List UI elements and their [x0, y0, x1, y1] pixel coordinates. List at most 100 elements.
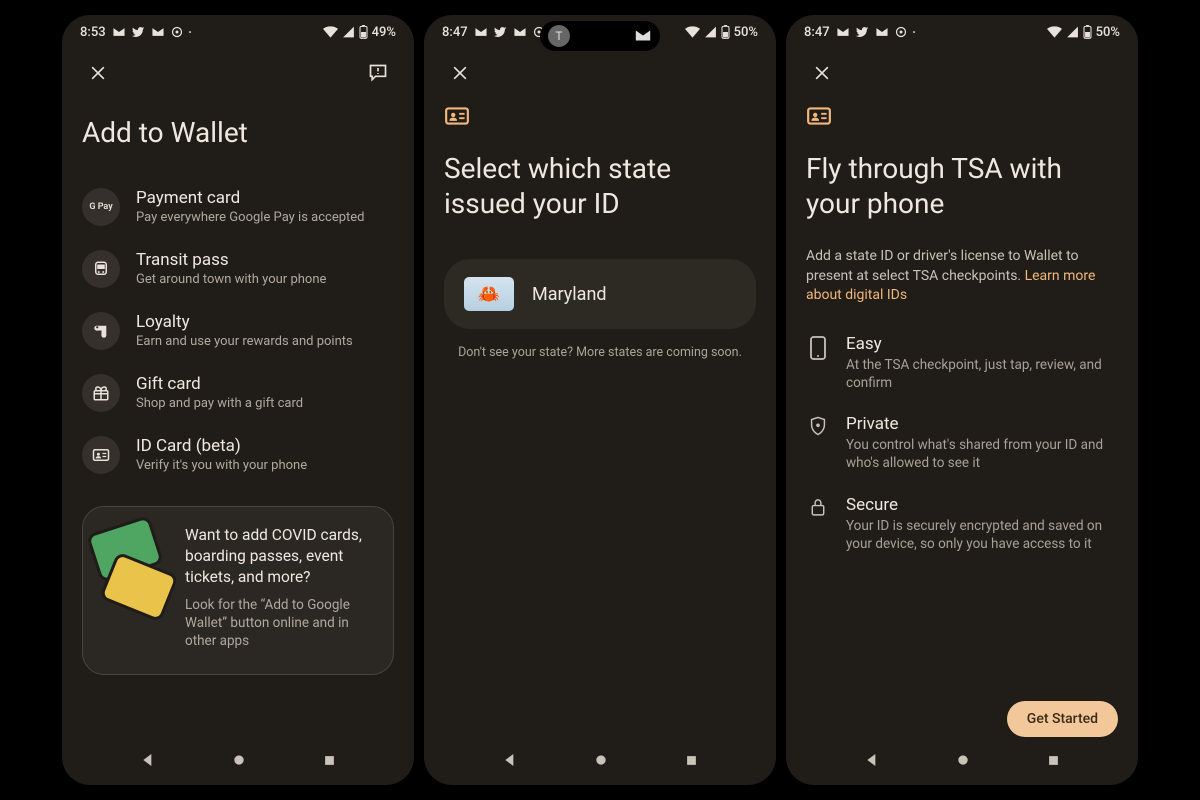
loyalty-icon: [82, 312, 120, 350]
cta-row: Get Started: [786, 687, 1138, 745]
feature-secure: Secure Your ID is securely encrypted and…: [806, 495, 1118, 553]
gmail-icon-2: [513, 27, 527, 37]
close-button[interactable]: [440, 53, 480, 93]
gmail-icon: [474, 27, 488, 37]
item-payment-card[interactable]: G Pay Payment card Pay everywhere Google…: [82, 176, 394, 238]
wifi-icon: [685, 26, 700, 38]
screen-select-state: 8:47 50% T Select which state issued you…: [424, 15, 776, 785]
page-title: Add to Wallet: [82, 115, 394, 150]
phone-icon: [806, 336, 830, 360]
item-subtitle: Shop and pay with a gift card: [136, 396, 303, 411]
appbar: [786, 49, 1138, 97]
feature-easy: Easy At the TSA checkpoint, just tap, re…: [806, 334, 1118, 392]
wifi-icon: [1047, 26, 1062, 38]
signal-icon: [704, 26, 717, 38]
feedback-button[interactable]: [358, 53, 398, 93]
status-battery: 49%: [372, 25, 396, 40]
status-time: 8:53: [80, 25, 106, 40]
wifi-icon: [323, 26, 338, 38]
feature-subtitle: At the TSA checkpoint, just tap, review,…: [846, 356, 1118, 392]
navbar: [424, 745, 776, 785]
signal-icon: [342, 26, 355, 38]
feature-private: Private You control what's shared from y…: [806, 414, 1118, 472]
navbar: [786, 745, 1138, 785]
close-button[interactable]: [78, 53, 118, 93]
idcard-header-icon: [806, 103, 1118, 133]
item-id-card[interactable]: ID Card (beta) Verify it's you with your…: [82, 424, 394, 486]
item-title: Payment card: [136, 188, 365, 208]
state-option-maryland[interactable]: 🦀 Maryland: [444, 259, 756, 329]
battery-icon: [721, 25, 730, 39]
gpay-icon: G Pay: [82, 188, 120, 226]
item-subtitle: Earn and use your rewards and points: [136, 334, 353, 349]
status-time: 8:47: [442, 25, 468, 40]
close-button[interactable]: [802, 53, 842, 93]
item-title: Loyalty: [136, 312, 353, 332]
idcard-header-icon: [444, 103, 756, 133]
state-name: Maryland: [532, 284, 607, 305]
nav-recents-icon[interactable]: [322, 753, 337, 772]
item-loyalty[interactable]: Loyalty Earn and use your rewards and po…: [82, 300, 394, 362]
twitter-icon: [856, 27, 869, 38]
screen-add-to-wallet: 8:53 • 49%: [62, 15, 414, 785]
item-subtitle: Pay everywhere Google Pay is accepted: [136, 210, 365, 225]
nav-back-icon[interactable]: [140, 752, 156, 772]
promo-art: [101, 525, 171, 650]
page-title: Select which state issued your ID: [444, 151, 756, 221]
status-time: 8:47: [804, 25, 830, 40]
feature-title: Secure: [846, 495, 1118, 515]
nav-home-icon[interactable]: [593, 752, 609, 772]
transit-icon: [82, 250, 120, 288]
appbar: [424, 49, 776, 97]
item-title: ID Card (beta): [136, 436, 307, 456]
nav-recents-icon[interactable]: [1046, 753, 1061, 772]
target-icon: [895, 26, 907, 38]
target-icon: [171, 26, 183, 38]
promo-subtitle: Look for the “Add to Google Wallet” butt…: [185, 596, 375, 651]
item-title: Gift card: [136, 374, 303, 394]
state-hint: Don't see your state? More states are co…: [444, 345, 756, 360]
nav-back-icon[interactable]: [502, 752, 518, 772]
twitter-icon: [494, 27, 507, 38]
twitter-icon: [132, 27, 145, 38]
lock-icon: [806, 497, 830, 517]
page-title: Fly through TSA with your phone: [806, 151, 1118, 221]
promo-title: Want to add COVID cards, boarding passes…: [185, 525, 375, 588]
gmail-icon-2: [151, 27, 165, 37]
promo-card[interactable]: Want to add COVID cards, boarding passes…: [82, 506, 394, 675]
shield-icon: [806, 416, 830, 436]
feature-title: Easy: [846, 334, 1118, 354]
idcard-icon: [82, 436, 120, 474]
statusbar: 8:47 • 50%: [786, 15, 1138, 49]
state-thumb: 🦀: [464, 277, 514, 311]
dot-icon: •: [913, 28, 916, 37]
nav-home-icon[interactable]: [231, 752, 247, 772]
gmail-icon: [836, 27, 850, 37]
nav-back-icon[interactable]: [864, 752, 880, 772]
gmail-icon-2: [875, 27, 889, 37]
feature-subtitle: You control what's shared from your ID a…: [846, 436, 1118, 472]
battery-icon: [359, 25, 368, 39]
appbar: [62, 49, 414, 97]
item-title: Transit pass: [136, 250, 326, 270]
item-subtitle: Verify it's you with your phone: [136, 458, 307, 473]
item-gift-card[interactable]: Gift card Shop and pay with a gift card: [82, 362, 394, 424]
nav-recents-icon[interactable]: [684, 753, 699, 772]
gift-icon: [82, 374, 120, 412]
item-subtitle: Get around town with your phone: [136, 272, 326, 287]
statusbar: 8:53 • 49%: [62, 15, 414, 49]
gmail-icon: [112, 27, 126, 37]
signal-icon: [1066, 26, 1079, 38]
get-started-button[interactable]: Get Started: [1007, 701, 1118, 737]
feature-title: Private: [846, 414, 1118, 434]
item-transit-pass[interactable]: Transit pass Get around town with your p…: [82, 238, 394, 300]
nav-home-icon[interactable]: [955, 752, 971, 772]
pill-avatar: T: [548, 25, 570, 47]
notification-pill[interactable]: T: [540, 21, 660, 51]
screen-tsa-intro: 8:47 • 50% Fly through TSA with your pho…: [786, 15, 1138, 785]
battery-icon: [1083, 25, 1092, 39]
intro-body: Add a state ID or driver's license to Wa…: [806, 247, 1118, 306]
navbar: [62, 745, 414, 785]
status-battery: 50%: [734, 25, 758, 40]
gmail-pill-icon: [634, 27, 652, 46]
